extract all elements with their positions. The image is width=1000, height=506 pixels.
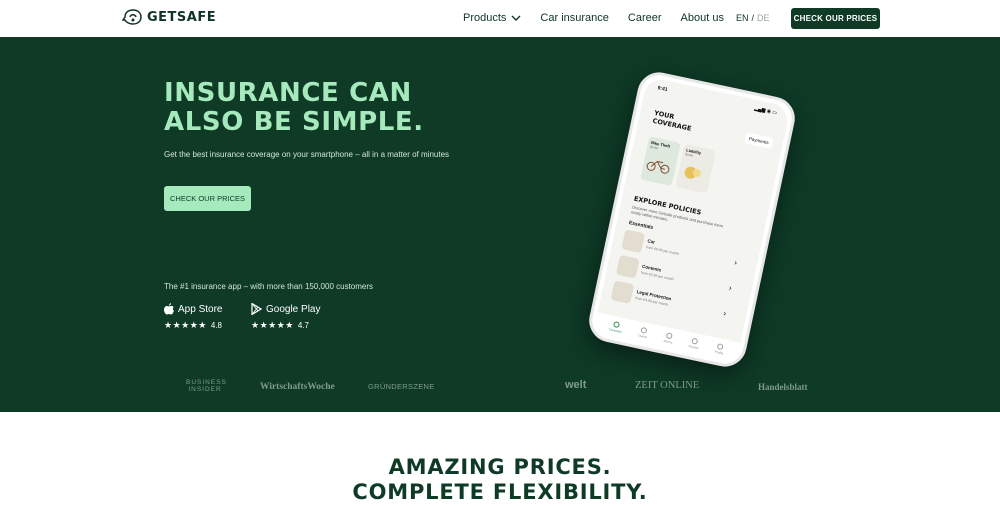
press-logo-business-insider: BUSINESS INSIDER	[186, 379, 227, 393]
top-nav: GETSAFE Products Car insurance Career Ab…	[0, 0, 1000, 37]
press-logo-gruenderszene: GRÜNDERSZENE	[368, 382, 435, 391]
google-play-stars: ★★★★★	[251, 320, 294, 330]
phone-time: 9:41	[656, 85, 669, 93]
chevron-down-icon	[511, 15, 521, 21]
nav-career[interactable]: Career	[628, 12, 662, 24]
lang-de[interactable]: DE	[757, 13, 770, 23]
car-thumb-icon	[621, 229, 646, 254]
phone-tab-friends: Friends	[688, 337, 700, 350]
phone-tab-claims: Claims	[638, 326, 649, 339]
nav-products-label: Products	[463, 12, 507, 24]
phone-tab-coverage-label: Coverage	[608, 326, 623, 334]
phone-status-icons: ▂▄▆ ◉ ▭	[753, 105, 778, 117]
phone-frame: 9:41 ▂▄▆ ◉ ▭ YOUR COVERAGE Payments Bike…	[585, 68, 799, 371]
apple-icon	[164, 303, 174, 315]
app-store-label: App Store	[178, 303, 223, 315]
nav-about-us[interactable]: About us	[681, 12, 724, 24]
phone-essentials-label: Essentials	[628, 220, 654, 232]
google-play-rating: 4.7	[297, 321, 309, 330]
hero-title: INSURANCE CAN ALSO BE SIMPLE.	[164, 79, 424, 137]
phone-card-liability: Liability $3.99	[675, 143, 716, 194]
getsafe-logo-icon	[122, 9, 142, 25]
nav-products[interactable]: Products	[463, 12, 521, 24]
press-logo-wirtschaftswoche: WirtschaftsWoche	[260, 382, 335, 392]
prices-heading-line1: AMAZING PRICES.	[388, 455, 612, 479]
phone-screen: 9:41 ▂▄▆ ◉ ▭ YOUR COVERAGE Payments Bike…	[593, 76, 791, 363]
prices-heading: AMAZING PRICES. COMPLETE FLEXIBILITY.	[0, 455, 1000, 505]
press-logo-handelsblatt: Handelsblatt	[758, 382, 808, 392]
nav-check-prices-button[interactable]: CHECK OUR PRICES	[791, 8, 880, 29]
chevron-right-icon: ›	[728, 283, 733, 293]
app-store-stars: ★★★★★	[164, 320, 207, 330]
phone-policy-contents-price: from €2.99 per month	[640, 270, 675, 282]
app-store-badge[interactable]: App Store ★★★★★ 4.8	[164, 303, 222, 331]
hero-title-line1: INSURANCE CAN	[164, 78, 412, 108]
hero-tagline: The #1 insurance app – with more than 15…	[164, 282, 374, 291]
phone-tab-profile-label: Profile	[714, 349, 724, 355]
lang-separator: /	[751, 13, 755, 23]
phone-payments-button: Payments	[743, 132, 774, 149]
nav-car-insurance[interactable]: Car insurance	[540, 12, 608, 24]
nav-links: Products Car insurance Career About us	[463, 12, 724, 24]
phone-tab-friends-label: Friends	[688, 343, 700, 350]
logo[interactable]: GETSAFE	[122, 9, 216, 25]
phone-policy-car-name: Car	[647, 238, 656, 245]
phone-tab-advice: Advice	[663, 331, 674, 344]
language-switcher: EN / DE	[736, 13, 770, 23]
google-play-label: Google Play	[266, 303, 321, 315]
phone-tab-coverage: Coverage	[609, 320, 624, 333]
chevron-right-icon: ›	[733, 257, 738, 268]
phone-policy-car-price: from €9.99 per month	[645, 245, 680, 257]
phone-tab-claims-label: Claims	[637, 332, 648, 339]
logo-text: GETSAFE	[147, 9, 217, 25]
google-play-icon	[251, 303, 262, 315]
legal-thumb-icon	[610, 280, 635, 304]
phone-tab-advice-label: Advice	[663, 338, 673, 345]
liability-icon	[684, 166, 701, 179]
hero-subtitle: Get the best insurance coverage on your …	[164, 150, 450, 159]
bike-icon	[646, 160, 670, 174]
phone-coverage-title: YOUR COVERAGE	[652, 109, 694, 133]
phone-mockup: 9:41 ▂▄▆ ◉ ▭ YOUR COVERAGE Payments Bike…	[585, 68, 799, 371]
chevron-right-icon: ›	[722, 308, 728, 319]
app-store-rating: 4.8	[210, 321, 222, 330]
contents-thumb-icon	[615, 254, 640, 279]
hero-section: INSURANCE CAN ALSO BE SIMPLE. Get the be…	[0, 37, 1000, 412]
press-logo-zeit-online: ZEIT ONLINE	[635, 380, 700, 391]
press-logo-welt: welt	[565, 379, 587, 391]
phone-card-bike: Bike Theft $4.99	[640, 136, 681, 187]
hero-check-prices-button[interactable]: CHECK OUR PRICES	[164, 186, 251, 211]
google-play-badge[interactable]: Google Play ★★★★★ 4.7	[251, 303, 320, 331]
hero-title-line2: ALSO BE SIMPLE.	[164, 107, 424, 137]
phone-tab-profile: Profile	[715, 342, 726, 355]
prices-heading-line2: COMPLETE FLEXIBILITY.	[352, 480, 648, 504]
lang-en[interactable]: EN	[736, 13, 749, 23]
